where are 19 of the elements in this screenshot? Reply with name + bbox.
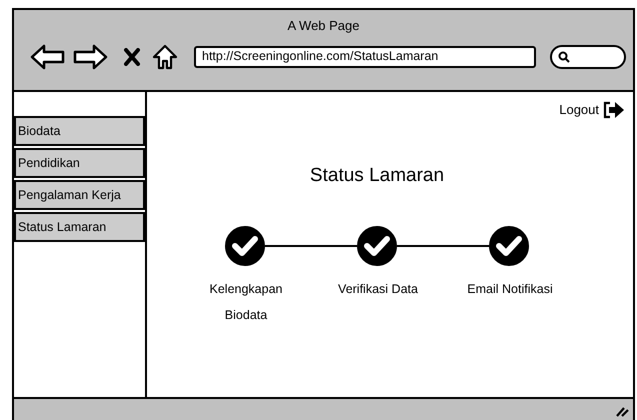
resize-grip-icon[interactable]: [615, 405, 629, 417]
search-field[interactable]: [550, 44, 626, 68]
home-icon[interactable]: [152, 44, 178, 70]
forward-icon[interactable]: [72, 44, 108, 70]
sidebar-item[interactable]: Pengalaman Kerja: [14, 180, 145, 210]
logout-icon[interactable]: [603, 100, 625, 119]
sidebar-item[interactable]: Pendidikan: [14, 148, 145, 178]
window-title: A Web Page: [287, 17, 360, 35]
search-icon: [558, 50, 570, 62]
step-label: Email Notifikasi: [466, 281, 554, 298]
page-heading: Status Lamaran: [310, 164, 444, 188]
sidebar-item[interactable]: Status Lamaran: [14, 212, 145, 242]
address-field[interactable]: http://Screeningonline.com/StatusLamaran: [194, 46, 536, 68]
back-icon[interactable]: [30, 44, 66, 70]
close-icon[interactable]: [124, 48, 140, 66]
step-label: Kelengkapan Biodata: [208, 281, 284, 324]
step-label: Verifikasi Data: [337, 281, 419, 298]
logout-link[interactable]: Logout: [559, 100, 599, 120]
sidebar-item[interactable]: Biodata: [14, 116, 145, 146]
